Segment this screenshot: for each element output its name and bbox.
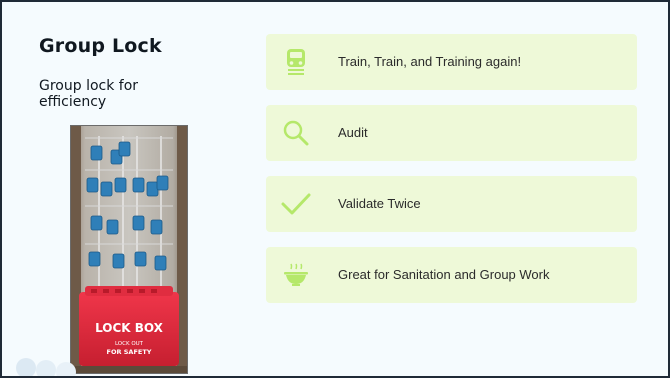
list-item-audit: Audit [266, 105, 637, 161]
list-item-training: Train, Train, and Training again! [266, 34, 637, 90]
item-label: Great for Sanitation and Group Work [338, 267, 550, 282]
slide-title: Group Lock [39, 35, 162, 57]
group-lock-photo: LOCK BOX LOCK OUT FOR SAFETY [71, 126, 187, 373]
list-item-sanitation: Great for Sanitation and Group Work [266, 247, 637, 303]
lockbox-label: LOCK BOX [95, 321, 164, 335]
magnifier-icon [280, 117, 312, 149]
checkmark-icon [280, 188, 312, 220]
decorative-circles [16, 358, 76, 376]
train-icon [280, 46, 312, 78]
item-label: Audit [338, 125, 368, 140]
list-item-validate: Validate Twice [266, 176, 637, 232]
item-label: Validate Twice [338, 196, 421, 211]
lockbox-sublabel-2: FOR SAFETY [107, 348, 152, 356]
sanitation-bowl-icon [280, 259, 312, 291]
slide: Group Lock Group lock for efficiency LOC… [0, 0, 670, 378]
slide-subtitle: Group lock for efficiency [39, 78, 139, 110]
item-label: Train, Train, and Training again! [338, 54, 522, 69]
lockbox-sublabel: LOCK OUT [115, 341, 144, 347]
